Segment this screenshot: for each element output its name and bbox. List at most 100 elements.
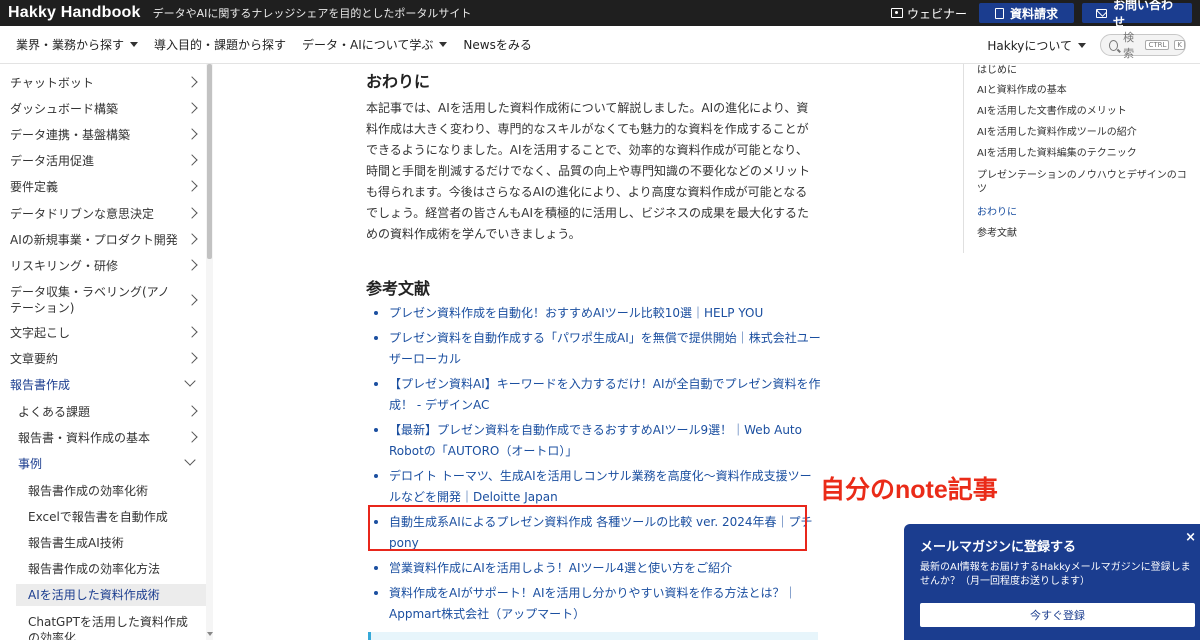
chevron-down-icon [184,454,196,466]
reference-link[interactable]: プレゼン資料を自動作成する「パワポ生成AI」を無償で提供開始｜株式会社ユーザーロ… [374,328,822,370]
sidebar-item-label: 文字起こし [10,326,71,340]
webinar-icon [890,8,903,18]
reference-link[interactable]: プレゼン資料作成を自動化！おすすめAIツール比較10選｜HELP YOU [374,303,822,324]
popup-description: 最新のAI情報をお届けするHakkyメールマガジンに登録しませんか？（月一回程度… [920,562,1191,587]
sidebar-item-requirements[interactable]: 要件定義 [10,179,206,195]
sidebar-item-label: データドリブンな意思決定 [10,207,155,221]
chevron-right-icon [186,352,198,364]
sidebar-item-ai-doc-creation[interactable]: AIを活用した資料作成術 [16,584,206,606]
toc-item[interactable]: AIを活用した文書作成のメリット [977,105,1192,119]
sidebar-item-common-issues[interactable]: よくある課題 [18,404,206,420]
webinar-link[interactable]: ウェビナー [890,5,967,22]
conclusion-paragraph: 本記事では、AIを活用した資料作成術について解説しました。AIの進化により、資料… [366,101,811,241]
caret-down-icon [130,42,139,47]
sidebar: チャットボット ダッシュボード構築 データ連携・基盤構築 データ活用促進 要件定… [0,64,213,640]
chevron-right-icon [186,102,198,114]
highlight-box [368,505,807,551]
chevron-right-icon [186,294,198,306]
toc-item[interactable]: プレゼンテーションのノウハウとデザインのコツ [977,169,1192,197]
sidebar-item-label: よくある課題 [18,405,91,419]
chevron-right-icon [186,154,198,166]
chevron-right-icon [186,207,198,219]
sidebar-item-label: AIを活用した資料作成術 [28,588,160,602]
nav-purpose[interactable]: 導入目的・課題から探す [154,36,286,53]
sidebar-scroll-thumb[interactable] [207,64,212,259]
sidebar-item-efficiency-methods[interactable]: 報告書作成の効率化方法 [28,561,206,577]
sidebar-item-transcription[interactable]: 文字起こし [10,325,206,341]
subscribe-button[interactable]: 今すぐ登録 [920,603,1195,627]
reference-link[interactable]: 営業資料作成にAIを活用しよう！AIツール4選と使い方をご紹介 [374,558,822,579]
section-title-references: 参考文献 [366,279,431,298]
sidebar-item-annotation[interactable]: データ収集・ラベリング(アノテーション) [10,284,198,316]
doc-request-button[interactable]: 資料請求 [979,3,1074,23]
close-icon[interactable]: × [1185,530,1196,545]
popup-title: メールマガジンに登録する [920,540,1077,555]
sidebar-item-dashboard[interactable]: ダッシュボード構築 [10,101,206,117]
sidebar-item-data-driven[interactable]: データドリブンな意思決定 [10,206,206,222]
reference-list: プレゼン資料作成を自動化！おすすめAIツール比較10選｜HELP YOU プレゼ… [374,303,822,629]
sidebar-item-chatbot[interactable]: チャットボット [10,75,206,91]
annotation-label: 自分のnote記事 [820,476,998,504]
toc-item[interactable]: AIを活用した資料編集のテクニック [977,147,1192,161]
sidebar-item-data-integration[interactable]: データ連携・基盤構築 [10,127,206,143]
info-box [368,632,818,640]
chevron-right-icon [186,233,198,245]
nav-about[interactable]: Hakkyについて [987,37,1086,54]
site-logo[interactable]: Hakky Handbook [8,4,141,22]
chevron-right-icon [186,259,198,271]
sidebar-item-reskilling[interactable]: リスキリング・研修 [10,258,206,274]
sidebar-item-efficiency-tips[interactable]: 報告書作成の効率化術 [28,483,206,499]
chevron-right-icon [186,180,198,192]
chevron-right-icon [186,76,198,88]
reference-link[interactable]: 資料作成をAIがサポート！AIを活用し分かりやすい資料を作る方法とは？｜Appm… [374,583,822,625]
chevron-right-icon [186,431,198,443]
sidebar-item-data-promotion[interactable]: データ活用促進 [10,153,206,169]
nav-about-label: Hakkyについて [987,38,1072,53]
sidebar-item-ai-new-business[interactable]: AIの新規事業・プロダクト開発 [10,232,206,248]
sidebar-item-summarization[interactable]: 文章要約 [10,351,206,367]
topbar-actions: ウェビナー 資料請求 お問い合わせ [890,0,1192,29]
shortcut-key-ctrl: CTRL [1145,40,1170,50]
section-title-conclusion: おわりに [366,72,431,91]
sidebar-item-label: ChatGPTを活用した資料作成の効率化 [28,615,188,640]
mail-icon [1096,8,1108,18]
toc-item[interactable]: AIを活用した資料作成ツールの紹介 [977,126,1192,140]
sidebar-item-report[interactable]: 報告書作成 [10,375,206,393]
sidebar-item-report-basics[interactable]: 報告書・資料作成の基本 [18,430,206,446]
doc-request-label: 資料請求 [1009,6,1058,21]
table-of-contents: はじめに AIと資料作成の基本 AIを活用した文書作成のメリット AIを活用した… [963,64,1200,253]
toc-item[interactable]: AIと資料作成の基本 [977,84,1192,98]
sidebar-item-label: リスキリング・研修 [10,259,119,273]
sidebar-item-excel-auto[interactable]: Excelで報告書を自動作成 [28,509,206,525]
webinar-label: ウェビナー [906,6,967,21]
nav-news[interactable]: Newsをみる [463,36,531,53]
sidebar-item-label: 事例 [18,457,43,471]
nav-news-label: Newsをみる [463,38,532,52]
reference-link[interactable]: デロイト トーマツ、生成AIを活用しコンサル業務を高度化〜資料作成支援ツールなど… [374,466,822,508]
shortcut-key-k: K [1174,40,1185,50]
sidebar-item-chatgpt-doc[interactable]: ChatGPTを活用した資料作成の効率化 [28,614,196,640]
sidebar-item-label: 報告書生成AI技術 [28,536,124,550]
sidebar-item-label: データ活用促進 [10,154,95,168]
chevron-down-icon [184,375,196,387]
search-input[interactable]: 検索 CTRL K [1100,31,1186,60]
contact-button[interactable]: お問い合わせ [1082,0,1192,29]
sidebar-item-report-gen-ai[interactable]: 報告書生成AI技術 [28,535,206,551]
document-icon [994,7,1004,19]
newsletter-popup: メールマガジンに登録する × 最新のAI情報をお届けするHakkyメールマガジン… [904,524,1200,640]
caret-down-icon [1078,42,1086,48]
nav-purpose-label: 導入目的・課題から探す [154,38,287,52]
reference-link[interactable]: 【プレゼン資料AI】キーワードを入力するだけ！AIが全自動でプレゼン資料を作成！… [374,374,822,416]
toc-item[interactable]: 参考文献 [977,227,1192,241]
toc-item-active[interactable]: おわりに [977,206,1192,220]
main-navbar: 業界・業務から探す 導入目的・課題から探す データ・AIについて学ぶ Newsを… [0,26,1200,64]
toc-item[interactable]: はじめに [977,64,1192,78]
nav-learn[interactable]: データ・AIについて学ぶ [302,36,448,53]
sidebar-item-cases[interactable]: 事例 [18,454,206,472]
reference-link[interactable]: 【最新】プレゼン資料を自動作成できるおすすめAIツール9選！｜Web Auto … [374,420,822,462]
scroll-down-icon[interactable] [207,632,213,636]
top-bar: Hakky Handbook データやAIに関するナレッジシェアを目的としたポー… [0,0,1200,29]
nav-industry[interactable]: 業界・業務から探す [16,36,139,53]
caret-down-icon [439,42,448,47]
sidebar-item-label: データ収集・ラベリング(アノテーション) [10,285,170,315]
